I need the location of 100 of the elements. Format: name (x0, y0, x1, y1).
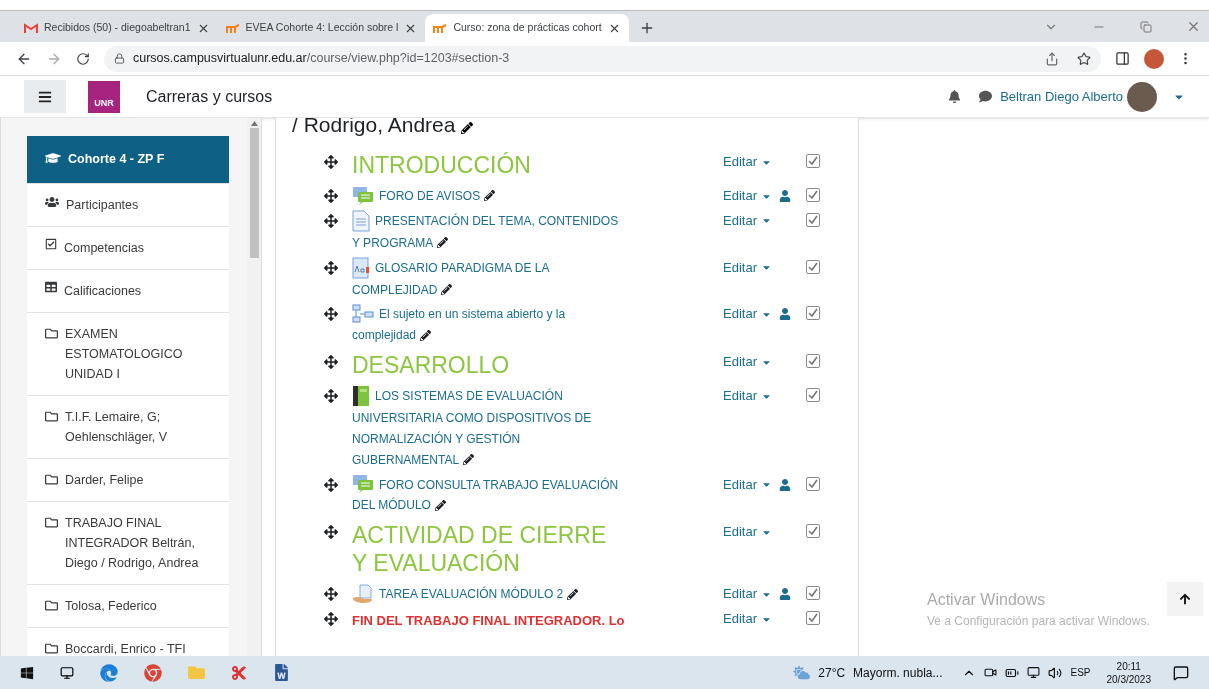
language-indicator[interactable]: ESP (1070, 665, 1091, 680)
user-icon[interactable] (779, 478, 791, 491)
windows-icon[interactable] (20, 665, 34, 680)
edit-menu[interactable]: Editar (723, 585, 772, 604)
sidebar-item[interactable]: Competencias (27, 226, 229, 270)
pencil-icon[interactable] (461, 121, 474, 134)
move-icon[interactable] (324, 307, 338, 322)
volume-icon[interactable] (1048, 665, 1063, 680)
completion-checkbox[interactable] (806, 388, 820, 403)
activity-link[interactable]: FORO DE AVISOS (352, 185, 624, 206)
pencil-icon[interactable] (420, 329, 432, 341)
folder-icon (45, 515, 58, 529)
scrollbar[interactable] (247, 118, 261, 656)
pencil-icon[interactable] (437, 237, 449, 249)
sidebar-item[interactable]: T.I.F. Lemaire, G; Oehlenschläger, V (27, 395, 229, 459)
move-icon[interactable] (324, 389, 338, 404)
completion-checkbox[interactable] (806, 586, 820, 601)
edit-menu[interactable]: Editar (723, 353, 772, 372)
pencil-icon[interactable] (567, 588, 579, 600)
pencil-icon[interactable] (434, 499, 446, 511)
snipping-tool-icon[interactable] (231, 664, 247, 681)
move-icon[interactable] (324, 525, 338, 540)
chat-icon[interactable] (979, 90, 993, 103)
move-icon[interactable] (324, 155, 338, 169)
completion-checkbox[interactable] (806, 259, 820, 274)
user-avatar[interactable] (1127, 81, 1157, 112)
completion-checkbox[interactable] (806, 354, 820, 369)
edit-menu[interactable]: Editar (723, 211, 772, 230)
edit-menu[interactable]: Editar (723, 187, 772, 205)
edge-icon[interactable] (100, 663, 118, 682)
back-to-top-button[interactable] (1167, 582, 1203, 616)
sidebar-item[interactable]: Participantes (27, 183, 229, 227)
user-icon[interactable] (779, 190, 791, 202)
weather-text[interactable]: Mayorm. nubla... (853, 663, 943, 682)
completion-checkbox[interactable] (806, 476, 820, 491)
notifications-icon[interactable] (1173, 664, 1189, 681)
diagram-icon (352, 304, 374, 325)
word-icon[interactable] (273, 664, 290, 681)
browser-tab[interactable]: EVEA Cohorte 4: Lección sobre l (217, 14, 426, 42)
completion-checkbox[interactable] (806, 154, 820, 168)
chrome-icon[interactable] (144, 663, 162, 682)
completion-checkbox[interactable] (806, 611, 820, 626)
edit-menu[interactable]: Editar (723, 153, 772, 171)
completion-checkbox[interactable] (806, 524, 820, 539)
scroll-up-icon[interactable] (250, 121, 258, 126)
pencil-icon[interactable] (484, 190, 496, 202)
activity-link[interactable]: FORO CONSULTA TRABAJO EVALUACIÓN DEL MÓDULO (352, 473, 624, 516)
sidebar-item[interactable]: Tolosa, Federico (27, 584, 229, 628)
edit-menu[interactable]: Editar (723, 610, 772, 629)
edit-menu[interactable]: Editar (723, 258, 772, 277)
cap-icon (225, 22, 240, 34)
move-icon[interactable] (324, 587, 338, 602)
address-bar[interactable]: cursos.campusvirtualunr.edu.ar/course/view.php?id=1203#section-3 (104, 45, 1101, 72)
bell-icon[interactable] (948, 90, 962, 103)
sidebar-item[interactable]: Boccardi, Enrico - TFI (27, 627, 229, 656)
activity-link[interactable]: El sujeto en un sistema abierto y la complejidad (352, 303, 624, 346)
sidebar-item[interactable]: EXAMEN ESTOMATOLOGICO UNIDAD I (27, 312, 229, 396)
sidebar-item[interactable]: Calificaciones (27, 269, 229, 313)
pencil-icon[interactable] (441, 284, 453, 295)
activity-link[interactable]: PRESENTACIÓN DEL TEMA, CONTENIDOS Y PROGRAMA (352, 209, 624, 253)
edit-menu[interactable]: Editar (723, 387, 772, 406)
reload-icon[interactable] (76, 51, 90, 66)
pencil-icon[interactable] (463, 454, 475, 466)
unr-logo[interactable]: UNR (88, 80, 120, 113)
user-icon[interactable] (779, 588, 791, 601)
tab-title: Curso: zona de prácticas cohort (453, 20, 602, 36)
activation-text: Ve a Configuración para activar Windows. (927, 613, 1150, 630)
activity-link[interactable]: GLOSARIO PARADIGMA DE LA COMPLEJIDAD (352, 256, 624, 300)
move-icon[interactable] (324, 477, 338, 492)
star-icon[interactable] (1077, 51, 1091, 66)
site-title[interactable]: Carreras y cursos (146, 84, 273, 109)
completion-checkbox[interactable] (806, 188, 820, 202)
user-name[interactable]: Beltran Diego Alberto (1000, 86, 1123, 107)
completion-checkbox[interactable] (806, 212, 820, 227)
activity-link[interactable]: TAREA EVALUACIÓN MÓDULO 2 (352, 583, 624, 605)
move-icon[interactable] (324, 260, 338, 275)
browser-tab[interactable]: Curso: zona de prácticas cohort (425, 14, 629, 42)
sidebar-item[interactable]: Cohorte 4 - ZP F (27, 136, 229, 184)
edit-menu[interactable]: Editar (723, 523, 772, 542)
user-icon[interactable] (779, 308, 791, 321)
clock[interactable]: 20:11 20/3/2023 (1106, 659, 1151, 686)
move-icon[interactable] (324, 612, 338, 627)
scrollbar-thumb[interactable] (249, 128, 259, 258)
edit-menu[interactable]: Editar (723, 305, 772, 324)
sidebar-item[interactable]: Darder, Felipe (27, 458, 229, 502)
move-icon[interactable] (324, 213, 338, 228)
share-icon[interactable] (1045, 51, 1059, 66)
sidebar-item[interactable]: TRABAJO FINAL INTEGRADOR Beltrán, Diego / Rodrigo, Andrea (27, 501, 229, 585)
edit-menu[interactable]: Editar (723, 475, 772, 494)
completion-checkbox[interactable] (806, 306, 820, 321)
move-icon[interactable] (324, 355, 338, 370)
activity-link[interactable]: LOS SISTEMAS DE EVALUACIÓN UNIVERSITARIA COMO DISPOSITIVOS DE NORMALIZACIÓN Y GESTIÓN GUBERNAMENTAL (352, 385, 624, 470)
camera-icon[interactable] (984, 666, 998, 679)
move-icon[interactable] (324, 189, 338, 203)
menu-button[interactable] (24, 80, 66, 113)
browser-tab[interactable]: Recibidos (50) - diegoabeltran1 (16, 14, 218, 42)
side-panel-icon[interactable] (1115, 51, 1130, 66)
url-text: cursos.campusvirtualunr.edu.ar/course/view.php?id=1203#section-3 (133, 50, 510, 68)
temperature[interactable]: 27°C (818, 663, 846, 682)
profile-avatar[interactable] (1144, 48, 1164, 69)
